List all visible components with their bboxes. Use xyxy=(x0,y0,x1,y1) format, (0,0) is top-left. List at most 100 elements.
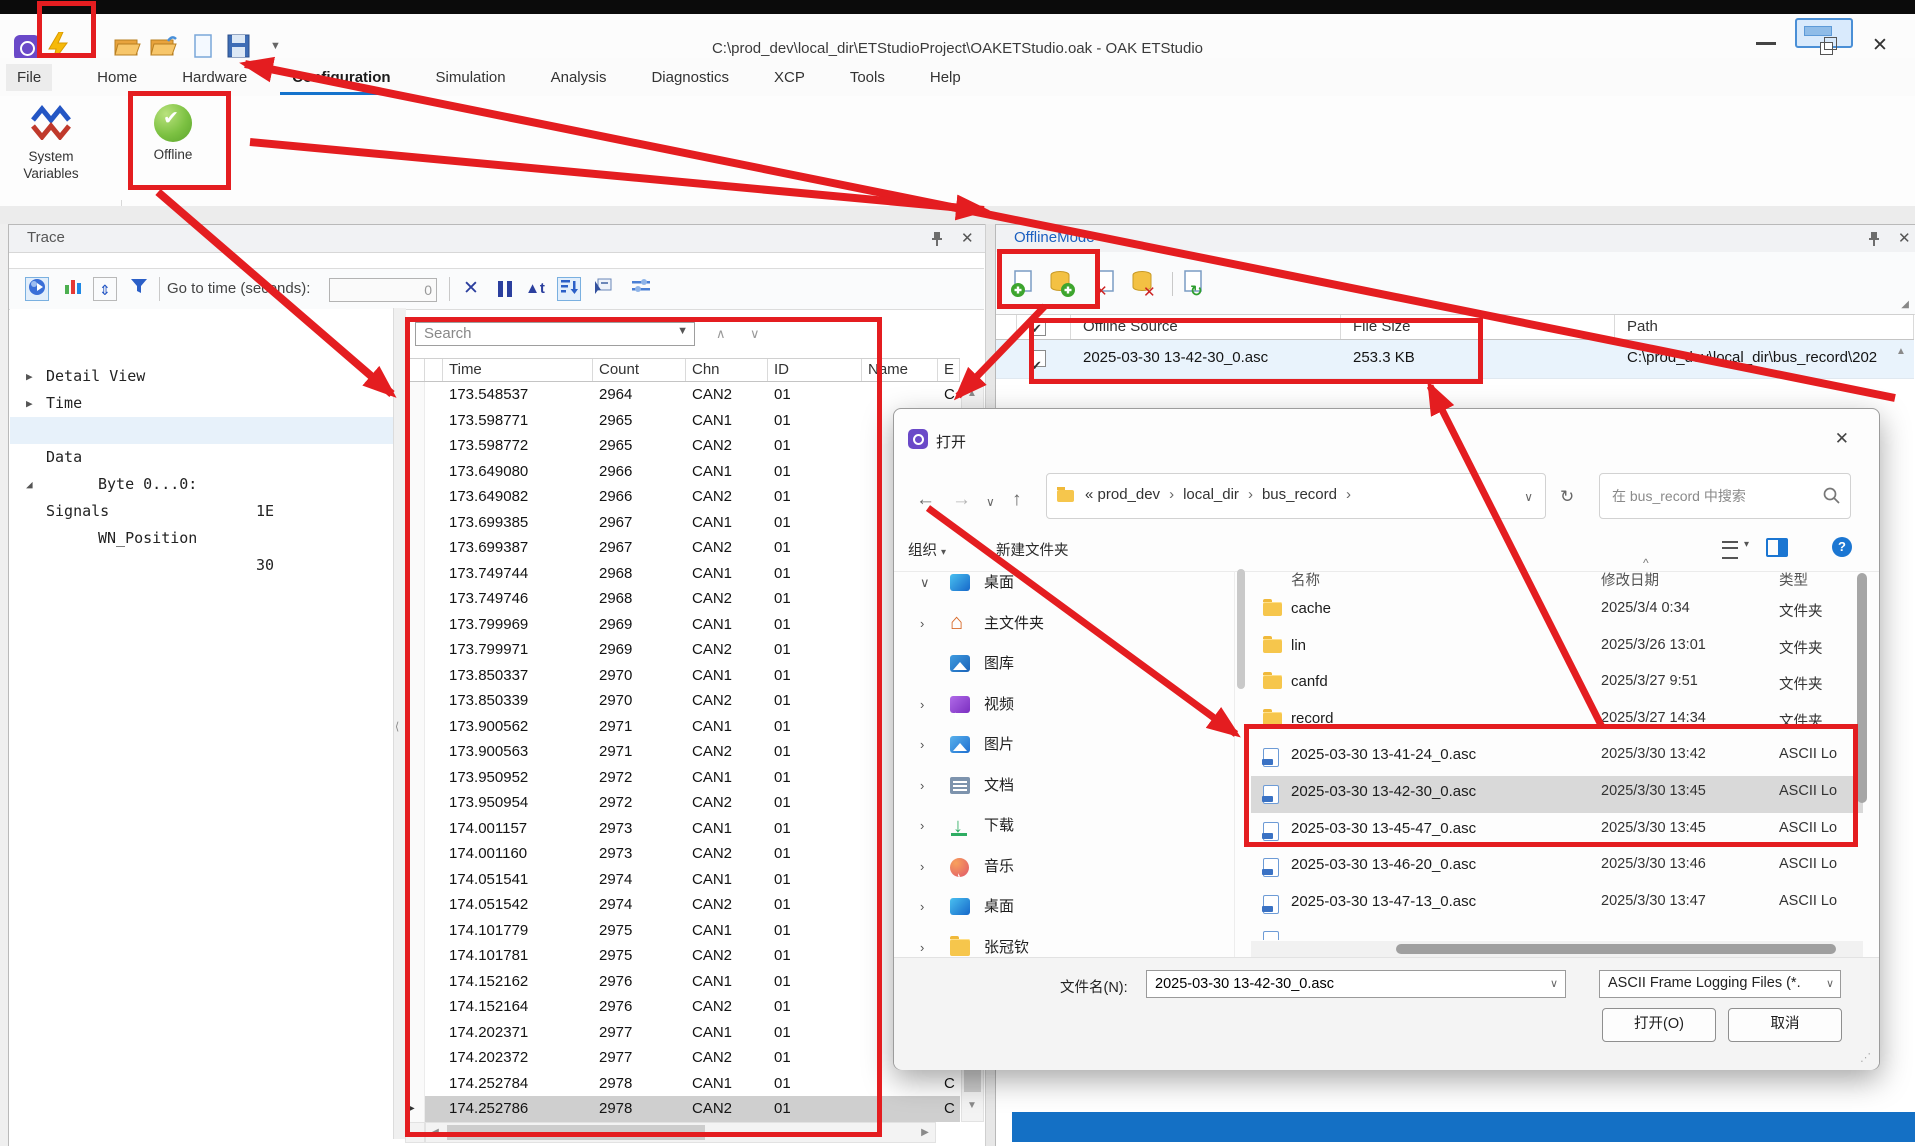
pin-icon[interactable] xyxy=(1868,232,1880,246)
sidebar-item[interactable]: › 下载 xyxy=(898,806,1228,847)
restore-button[interactable] xyxy=(1820,42,1833,55)
reload-offline-file-icon[interactable]: ↻ xyxy=(1182,270,1210,298)
tree-item[interactable]: Byte 0...0: 1E xyxy=(10,417,393,444)
help-icon[interactable]: ? xyxy=(1832,537,1852,557)
view-dropdown-icon[interactable]: ▾ xyxy=(1744,539,1749,550)
file-row-partial[interactable] xyxy=(1251,922,1863,940)
ribbon-tab[interactable]: XCP xyxy=(774,69,805,86)
sidebar-item[interactable]: › 桌面 xyxy=(898,887,1228,928)
tree-item[interactable]: Time xyxy=(10,336,393,363)
col-e[interactable]: E xyxy=(938,359,960,381)
scroll-up-icon[interactable]: ▲ xyxy=(963,388,981,399)
col-path[interactable]: Path xyxy=(1615,315,1914,339)
pin-icon[interactable] xyxy=(931,232,943,246)
scroll-down-icon[interactable]: ▼ xyxy=(963,1100,981,1111)
col-date-modified[interactable]: 修改日期 xyxy=(1601,569,1659,590)
nav-forward-icon[interactable]: → xyxy=(952,489,971,511)
file-row[interactable]: 2025-03-30 13-47-13_0.asc 2025/3/30 13:4… xyxy=(1251,886,1863,923)
chevron-icon[interactable]: › xyxy=(920,685,924,726)
file-row[interactable]: 2025-03-30 13-46-20_0.asc 2025/3/30 13:4… xyxy=(1251,849,1863,886)
breadcrumb-segment[interactable]: bus_record xyxy=(1262,486,1360,503)
fit-columns-icon[interactable]: ⇕ xyxy=(93,277,117,301)
filter-icon[interactable] xyxy=(127,277,151,301)
remove-offline-database-icon[interactable]: ✕ xyxy=(1130,270,1158,298)
sidebar-item[interactable]: › 主文件夹 xyxy=(898,604,1228,645)
view-mode-icon[interactable] xyxy=(1722,541,1738,559)
ribbon-tab[interactable]: Help xyxy=(930,69,961,86)
settings-sliders-icon[interactable] xyxy=(629,277,653,301)
nav-up-icon[interactable]: ↑ xyxy=(1012,489,1022,511)
resize-grip-icon[interactable]: ⋰ xyxy=(1860,1051,1871,1064)
sidebar-scroll-thumb[interactable] xyxy=(1237,569,1245,689)
ribbon-tab[interactable]: Simulation xyxy=(436,69,506,86)
sort-descending-icon[interactable] xyxy=(557,277,581,301)
chevron-icon[interactable]: › xyxy=(920,887,924,928)
file-row[interactable]: cache 2025/3/4 0:34 文件夹 xyxy=(1251,593,1863,630)
minimize-button[interactable] xyxy=(1756,42,1776,45)
sidebar-item[interactable]: 图库 xyxy=(898,644,1228,685)
ribbon-tab[interactable]: File xyxy=(6,64,52,91)
scroll-right-icon[interactable]: ▶ xyxy=(918,1127,932,1138)
system-variables-button[interactable]: SystemVariables xyxy=(8,104,94,182)
tree-item[interactable]: Detail View xyxy=(10,309,393,336)
chevron-icon[interactable]: › xyxy=(920,725,924,766)
nav-back-icon[interactable]: ← xyxy=(916,489,935,511)
tree-item[interactable]: Signals xyxy=(10,444,393,471)
ribbon-tab[interactable]: Configuration xyxy=(292,69,390,86)
ribbon-tab[interactable]: Diagnostics xyxy=(651,69,729,86)
tree-item[interactable]: WN_Position 30 xyxy=(10,471,393,498)
breadcrumb-segment[interactable]: « prod_dev xyxy=(1085,486,1183,503)
preview-pane-icon[interactable] xyxy=(1766,538,1788,557)
hscroll-thumb[interactable] xyxy=(1396,944,1836,954)
offlinemode-close-icon[interactable]: ✕ xyxy=(1898,229,1911,247)
filetype-select[interactable]: ASCII Frame Logging Files (*. ∨ xyxy=(1599,970,1841,998)
scroll-up-icon[interactable]: ▲ xyxy=(1893,346,1909,357)
breadcrumb-segment[interactable]: local_dir xyxy=(1183,486,1262,503)
file-row[interactable]: lin 2025/3/26 13:01 文件夹 xyxy=(1251,630,1863,667)
chevron-icon[interactable]: ∨ xyxy=(920,563,930,604)
chevron-icon[interactable]: › xyxy=(920,766,924,807)
sidebar-item[interactable]: › 文档 xyxy=(898,766,1228,807)
breadcrumb-dropdown-icon[interactable]: ∨ xyxy=(1524,490,1533,504)
sidebar-item[interactable]: › 图片 xyxy=(898,725,1228,766)
dialog-search-box[interactable]: 在 bus_record 中搜索 xyxy=(1599,473,1851,519)
pause-icon[interactable] xyxy=(493,277,517,301)
tree-item[interactable]: General xyxy=(10,363,393,390)
toolbar-separator xyxy=(159,277,160,301)
file-row[interactable]: canfd 2025/3/27 9:51 文件夹 xyxy=(1251,666,1863,703)
refresh-icon[interactable]: ↻ xyxy=(1560,487,1574,507)
col-name[interactable]: 名称 xyxy=(1291,569,1320,590)
chevron-icon[interactable]: › xyxy=(920,604,924,645)
ribbon-tab[interactable]: Analysis xyxy=(551,69,607,86)
breadcrumb-bar[interactable]: « prod_devlocal_dirbus_record ∨ xyxy=(1046,473,1546,519)
statistics-icon[interactable] xyxy=(61,277,85,301)
goto-time-input[interactable] xyxy=(329,278,437,302)
close-button[interactable]: ✕ xyxy=(1872,34,1888,57)
sidebar-item[interactable]: › 音乐 xyxy=(898,847,1228,888)
file-list-hscrollbar[interactable] xyxy=(1251,941,1863,957)
sidebar-item[interactable]: ∨ 桌面 xyxy=(898,563,1228,604)
tree-item[interactable]: Data xyxy=(10,390,393,417)
goto-marker-icon[interactable] xyxy=(591,277,615,301)
filename-input[interactable] xyxy=(1146,970,1566,998)
sidebar-item[interactable]: › 视频 xyxy=(898,685,1228,726)
cancel-button[interactable]: 取消 xyxy=(1728,1008,1842,1042)
collapse-chevron-icon[interactable]: ⟨ xyxy=(395,720,399,733)
delta-time-icon[interactable]: ▲t xyxy=(523,277,547,301)
new-folder-button[interactable]: 新建文件夹 xyxy=(996,539,1069,560)
ribbon-tab[interactable]: Tools xyxy=(850,69,885,86)
clear-trace-icon[interactable]: ✕ xyxy=(459,277,483,301)
trace-close-icon[interactable]: ✕ xyxy=(961,229,974,247)
nav-history-icon[interactable]: ∨ xyxy=(986,495,995,509)
chevron-icon[interactable]: › xyxy=(920,847,924,888)
ribbon-tab[interactable]: Home xyxy=(97,69,137,86)
organize-button[interactable]: 组织 ▾ xyxy=(908,539,946,560)
dialog-close-icon[interactable]: ✕ xyxy=(1835,429,1849,449)
file-list-vscroll-thumb[interactable] xyxy=(1857,573,1867,803)
chevron-icon[interactable]: › xyxy=(920,806,924,847)
ribbon-tab[interactable]: Hardware xyxy=(182,69,247,86)
detail-view-toggle-icon[interactable] xyxy=(25,277,49,301)
filename-dropdown-icon[interactable]: ∨ xyxy=(1550,977,1558,990)
open-button[interactable]: 打开(O) xyxy=(1602,1008,1716,1042)
col-type[interactable]: 类型 xyxy=(1779,569,1808,590)
